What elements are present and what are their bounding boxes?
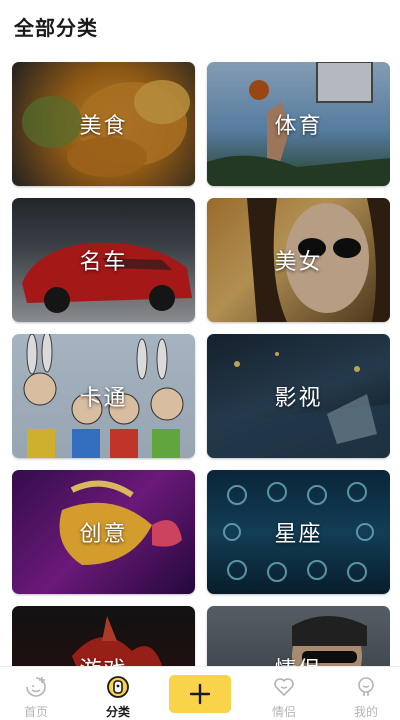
- profile-icon: [358, 677, 374, 696]
- category-card-beauty[interactable]: 美女: [207, 198, 390, 322]
- category-label: 创意: [79, 522, 128, 547]
- category-card-game[interactable]: 游戏: [12, 606, 195, 666]
- tab-category[interactable]: 分类: [86, 667, 150, 720]
- bottom-tab-bar: 首页 分类 情侣 我的: [0, 666, 400, 720]
- category-card-cars[interactable]: 名车: [12, 198, 195, 322]
- category-card-zodiac[interactable]: 星座: [207, 470, 390, 594]
- category-label: 体育: [274, 114, 323, 139]
- category-label: 影视: [274, 386, 323, 411]
- page-title: 全部分类: [14, 16, 98, 40]
- plus-icon: [189, 683, 211, 705]
- tab-profile[interactable]: 我的: [334, 667, 398, 720]
- category-label: 美女: [274, 250, 323, 275]
- tab-label: 我的: [353, 705, 378, 719]
- category-card-cartoon[interactable]: 卡通: [12, 334, 195, 458]
- category-label: 卡通: [79, 386, 128, 411]
- category-card-sports[interactable]: 体育: [207, 62, 390, 186]
- tab-label: 分类: [105, 705, 130, 719]
- tab-label: 情侣: [271, 705, 296, 719]
- header: 全部分类: [0, 0, 400, 56]
- category-card-couple[interactable]: 情侣: [207, 606, 390, 666]
- category-card-food[interactable]: 美食: [12, 62, 195, 186]
- category-label: 星座: [274, 522, 323, 547]
- heart-icon: [274, 678, 294, 696]
- home-smile-icon: [26, 677, 46, 697]
- tab-couple[interactable]: 情侣: [252, 667, 316, 720]
- category-label: 美食: [79, 114, 128, 139]
- add-button[interactable]: [169, 675, 231, 713]
- category-label: 游戏: [12, 652, 195, 666]
- category-grid: 美食 体育 名车 美女 卡通 影视 创意 星座: [12, 62, 390, 666]
- category-icon: [107, 676, 129, 698]
- category-card-creative[interactable]: 创意: [12, 470, 195, 594]
- category-card-film[interactable]: 影视: [207, 334, 390, 458]
- category-label: 情侣: [207, 652, 390, 666]
- category-label: 名车: [79, 250, 128, 275]
- tab-label: 首页: [23, 705, 48, 719]
- tab-home[interactable]: 首页: [4, 667, 68, 720]
